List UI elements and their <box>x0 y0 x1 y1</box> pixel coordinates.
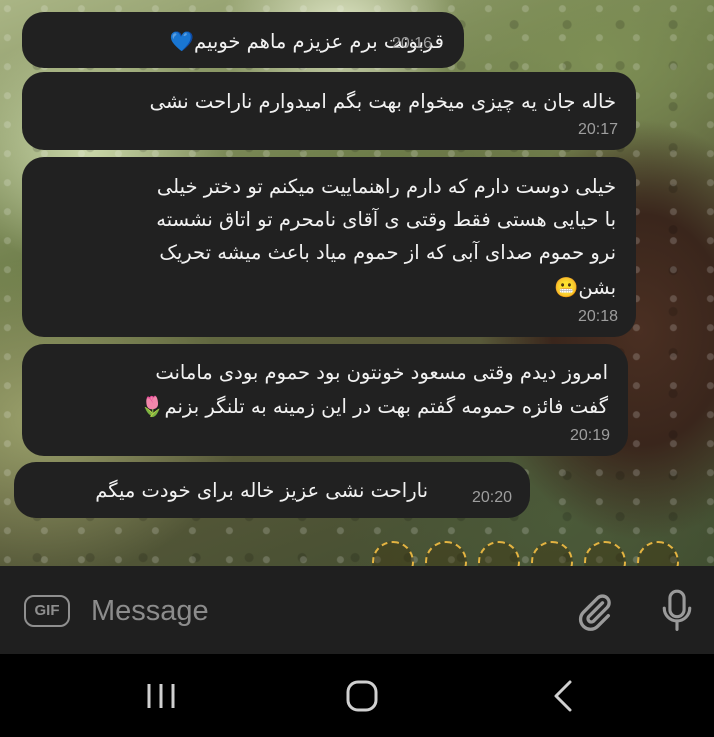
system-nav-bar <box>0 654 714 737</box>
message-bubble[interactable]: خاله جان یه چیزی میخوام بهت بگم امیدوارم… <box>22 72 636 150</box>
message-bubble[interactable]: امروز دیدم وقتی مسعود خونتون بود حموم بو… <box>22 344 628 456</box>
message-text: نرو حموم صدای آبی که از حموم میاد باعث م… <box>159 241 616 264</box>
reaction-emoji-icon[interactable] <box>425 541 467 567</box>
message-bubble[interactable]: خیلی دوست دارم که دارم راهنماییت میکنم ت… <box>22 157 636 337</box>
message-text: امروز دیدم وقتی مسعود خونتون بود حموم بو… <box>155 361 608 384</box>
message-text: ناراحت نشی عزیز خاله برای خودت میگم <box>95 479 428 502</box>
back-icon[interactable] <box>544 678 584 714</box>
message-input-bar: GIF <box>0 566 714 654</box>
message-time: 20:20 <box>471 489 512 506</box>
gif-icon[interactable]: GIF <box>24 595 70 627</box>
message-bubble[interactable]: ناراحت نشی عزیز خاله برای خودت میگم 20:2… <box>14 462 530 518</box>
reaction-emoji-icon[interactable] <box>478 541 520 567</box>
paperclip-icon[interactable] <box>575 592 615 632</box>
reaction-row <box>372 541 690 567</box>
message-text: بشن😬 <box>554 276 616 299</box>
message-text: خیلی دوست دارم که دارم راهنماییت میکنم ت… <box>156 175 616 198</box>
reaction-emoji-icon[interactable] <box>531 541 573 567</box>
message-text: گفت فائزه حمومه گفتم بهت در این زمینه به… <box>140 395 608 418</box>
recents-icon[interactable] <box>141 678 181 714</box>
reaction-emoji-icon[interactable] <box>372 541 414 567</box>
message-bubble[interactable]: قربونت برم عزیزم ماهم خوبیم💙 20:16 <box>22 12 464 68</box>
message-text: با حیایی هستی فقط وقتی ی آقای نامحرم تو … <box>156 208 616 231</box>
message-text: خاله جان یه چیزی میخوام بهت بگم امیدوارم… <box>149 90 616 113</box>
reaction-emoji-icon[interactable] <box>637 541 679 567</box>
message-input[interactable] <box>89 588 553 634</box>
message-time: 20:16 <box>392 35 433 52</box>
reaction-emoji-icon[interactable] <box>584 541 626 567</box>
message-time: 20:17 <box>577 121 618 138</box>
home-icon[interactable] <box>342 678 382 714</box>
message-time: 20:18 <box>577 308 618 325</box>
microphone-icon[interactable] <box>660 588 694 634</box>
message-time: 20:19 <box>569 427 610 444</box>
